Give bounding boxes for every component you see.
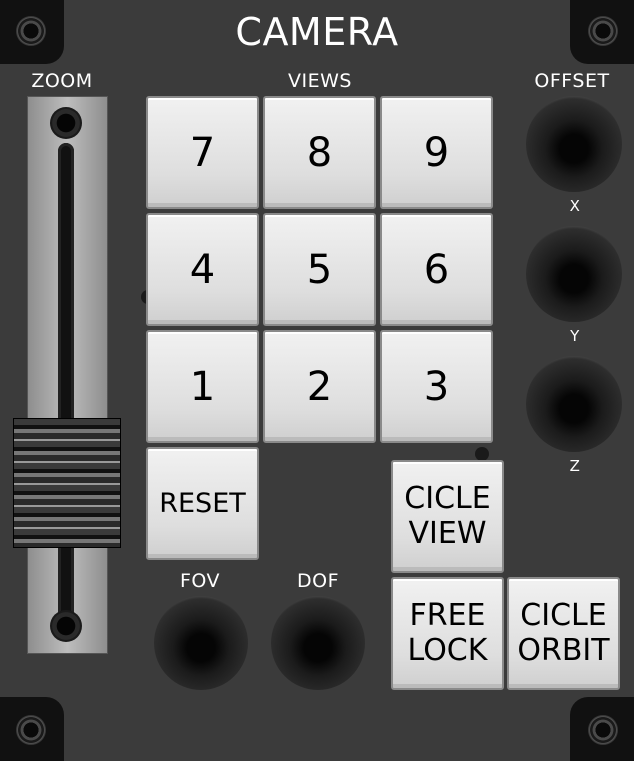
reset-button[interactable]: RESET — [146, 447, 259, 560]
fov-knob[interactable] — [154, 596, 248, 690]
view-3-button[interactable]: 3 — [380, 330, 493, 443]
view-6-button[interactable]: 6 — [380, 213, 493, 326]
view-1-button[interactable]: 1 — [146, 330, 259, 443]
offset-z-knob[interactable] — [526, 356, 622, 452]
offset-x-knob[interactable] — [526, 96, 622, 192]
zoom-slider-slot — [58, 143, 74, 623]
view-4-button[interactable]: 4 — [146, 213, 259, 326]
screw-icon — [50, 107, 82, 139]
offset-label: OFFSET — [534, 70, 610, 92]
free-lock-button[interactable]: FREE LOCK — [391, 577, 504, 690]
cicle-view-button[interactable]: CICLE VIEW — [391, 460, 504, 573]
screw-icon — [50, 610, 82, 642]
cicle-orbit-button[interactable]: CICLE ORBIT — [507, 577, 620, 690]
axis-z-label: Z — [569, 457, 581, 475]
free-lock-line1: FREE — [409, 598, 486, 633]
view-8-button[interactable]: 8 — [263, 96, 376, 209]
dof-label: DOF — [296, 570, 339, 592]
zoom-slider-handle[interactable] — [13, 418, 121, 548]
view-2-button[interactable]: 2 — [263, 330, 376, 443]
dof-knob[interactable] — [271, 596, 365, 690]
axis-y-label: Y — [570, 327, 580, 345]
camera-panel: CAMERA ZOOM VIEWS OFFSET FOV DOF X Y Z 7… — [0, 0, 634, 761]
mount-dot — [475, 447, 489, 461]
cicle-orbit-line2: ORBIT — [517, 632, 610, 668]
fov-label: FOV — [179, 570, 221, 592]
screw-icon — [16, 715, 46, 745]
cicle-view-line2: VIEW — [408, 515, 487, 551]
cicle-view-line1: CICLE — [404, 481, 491, 516]
view-7-button[interactable]: 7 — [146, 96, 259, 209]
screw-icon — [588, 715, 618, 745]
cicle-orbit-line1: CICLE — [520, 598, 607, 633]
view-5-button[interactable]: 5 — [263, 213, 376, 326]
offset-y-knob[interactable] — [526, 226, 622, 322]
zoom-label: ZOOM — [31, 70, 93, 92]
view-9-button[interactable]: 9 — [380, 96, 493, 209]
axis-x-label: X — [569, 197, 581, 215]
panel-title: CAMERA — [235, 10, 399, 54]
free-lock-line2: LOCK — [407, 632, 488, 668]
views-label: VIEWS — [288, 70, 352, 92]
